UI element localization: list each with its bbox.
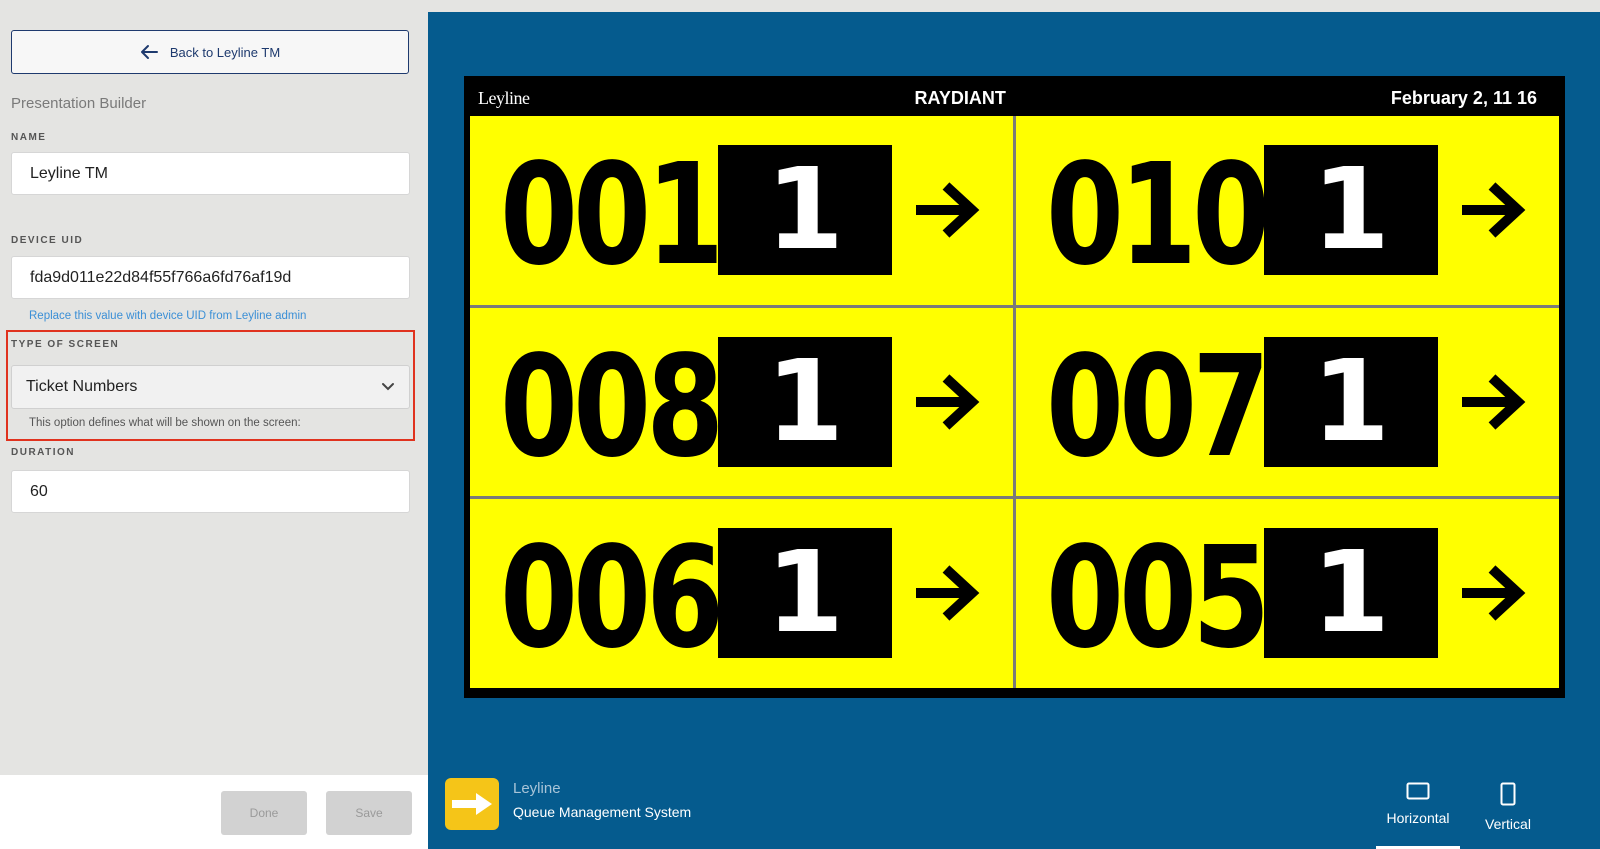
preview-area: Leyline RAYDIANT February 2, 11 16 001 1… <box>428 12 1600 849</box>
display-header: Leyline RAYDIANT February 2, 11 16 <box>470 82 1559 114</box>
display-brand: RAYDIANT <box>914 87 1006 108</box>
ticket-cell: 001 1 <box>470 116 1013 305</box>
action-bar: Done Save <box>0 775 428 849</box>
duration-label: DURATION <box>11 447 76 458</box>
save-button[interactable]: Save <box>326 791 412 835</box>
arrow-right-icon <box>916 373 980 430</box>
ticket-cell: 008 1 <box>470 307 1013 497</box>
arrow-right-icon <box>452 793 492 815</box>
screen-type-helper: This option defines what will be shown o… <box>29 417 301 429</box>
ticket-number: 001 <box>500 134 724 297</box>
section-title: Presentation Builder <box>11 95 147 112</box>
back-button-label: Back to Leyline TM <box>169 44 281 60</box>
counter-number: 1 <box>718 528 892 659</box>
ticket-cell: 006 1 <box>470 499 1013 688</box>
device-uid-helper: Replace this value with device UID from … <box>29 310 307 322</box>
app-icon <box>445 778 499 830</box>
device-uid-input[interactable]: fda9d011e22d84f55f766a6fd76af19d <box>11 256 410 299</box>
monitor-horizontal-icon <box>1406 782 1430 800</box>
done-button[interactable]: Done <box>221 791 307 835</box>
name-input[interactable]: Leyline TM <box>11 152 410 195</box>
screen-type-select[interactable]: Ticket Numbers <box>11 365 410 409</box>
duration-input[interactable]: 60 <box>11 470 410 513</box>
ticket-grid: 001 1 010 1 008 1 007 1 006 1 005 1 <box>470 116 1559 688</box>
chevron-down-icon <box>382 383 394 391</box>
horizontal-orientation-tab[interactable]: Horizontal <box>1376 772 1460 849</box>
ticket-cell: 005 1 <box>1016 499 1559 688</box>
arrow-right-icon <box>916 182 980 238</box>
device-uid-label: DEVICE UID <box>11 235 84 246</box>
horizontal-label: Horizontal <box>1386 810 1450 826</box>
ticket-cell: 010 1 <box>1016 116 1559 305</box>
counter-number: 1 <box>1264 336 1438 467</box>
settings-panel: Back to Leyline TM Presentation Builder … <box>0 0 428 849</box>
arrow-left-icon <box>140 45 158 59</box>
arrow-right-icon <box>1462 373 1526 430</box>
ticket-number: 007 <box>1046 325 1270 489</box>
ticket-cell: 007 1 <box>1016 307 1559 497</box>
screen-type-label: TYPE OF SCREEN <box>11 339 120 350</box>
preview-footer: Leyline Queue Management System Horizont… <box>428 772 1600 849</box>
ticket-number: 006 <box>500 517 724 681</box>
app-subtitle: Queue Management System <box>513 804 692 820</box>
leyline-logo: Leyline <box>478 87 530 108</box>
arrow-right-icon <box>1462 565 1526 622</box>
display-preview: Leyline RAYDIANT February 2, 11 16 001 1… <box>464 76 1565 698</box>
display-date: February 2, 11 16 <box>1390 87 1537 108</box>
name-label: NAME <box>11 132 47 143</box>
vertical-label: Vertical <box>1485 816 1531 832</box>
counter-number: 1 <box>1264 528 1438 659</box>
screen-type-value: Ticket Numbers <box>26 378 138 395</box>
monitor-vertical-icon <box>1500 782 1516 806</box>
app-name: Leyline <box>513 780 561 797</box>
arrow-right-icon <box>1462 182 1526 238</box>
vertical-orientation-tab[interactable]: Vertical <box>1466 772 1550 849</box>
arrow-right-icon <box>916 565 980 622</box>
ticket-number: 008 <box>500 325 724 489</box>
back-button[interactable]: Back to Leyline TM <box>11 30 409 74</box>
counter-number: 1 <box>1264 145 1438 275</box>
counter-number: 1 <box>718 336 892 467</box>
ticket-number: 010 <box>1046 134 1270 297</box>
ticket-number: 005 <box>1046 517 1270 681</box>
counter-number: 1 <box>718 145 892 275</box>
